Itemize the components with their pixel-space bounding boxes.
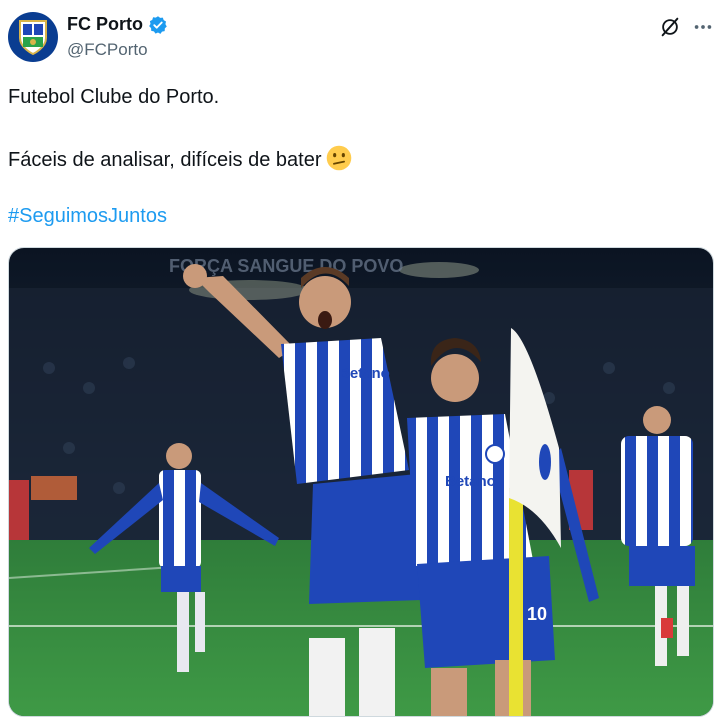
celebration-photo: FORÇA SANGUE DO POVO Betano Betano 10 bbox=[9, 248, 713, 716]
hashtag-link[interactable]: #SeguimosJuntos bbox=[8, 205, 167, 228]
confused-face-emoji-icon bbox=[326, 145, 351, 171]
more-options-icon bbox=[694, 25, 712, 29]
post-text-line-1: Futebol Clube do Porto. bbox=[8, 86, 220, 108]
shirt-number: 10 bbox=[527, 604, 547, 624]
verified-badge-icon bbox=[149, 15, 167, 34]
fc-porto-crest-icon bbox=[19, 20, 47, 56]
sponsor-logo-main: Betano bbox=[339, 365, 390, 382]
post-image[interactable]: FORÇA SANGUE DO POVO Betano Betano 10 bbox=[8, 247, 714, 717]
sponsor-logo-second: Betano bbox=[445, 473, 496, 490]
account-handle[interactable]: @FCPorto bbox=[67, 40, 148, 60]
profile-avatar[interactable] bbox=[8, 12, 58, 62]
post-text-line-2: Fáceis de analisar, difíceis de bater bbox=[8, 145, 352, 172]
display-name-row[interactable]: FC Porto bbox=[67, 14, 168, 35]
grok-button[interactable] bbox=[657, 14, 683, 40]
grok-icon bbox=[661, 17, 679, 37]
post-text-line-2-content: Fáceis de analisar, difíceis de bater bbox=[8, 149, 322, 171]
display-name[interactable]: FC Porto bbox=[67, 14, 143, 35]
more-options-button[interactable] bbox=[690, 14, 716, 40]
